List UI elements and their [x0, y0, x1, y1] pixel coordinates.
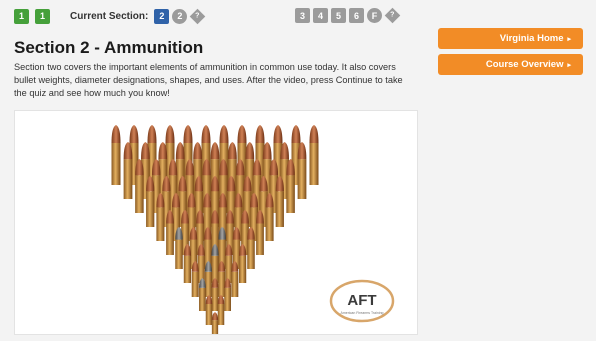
cartridge — [175, 227, 183, 269]
cartridge — [199, 278, 206, 311]
svg-text:AFT: AFT — [347, 292, 376, 309]
locked-step-button[interactable]: 3 — [295, 8, 310, 23]
aft-logo: AFT American Firearms Training — [329, 279, 395, 323]
cartridge — [224, 278, 231, 311]
locked-steps: 3 4 5 6 F ? — [295, 7, 403, 24]
cartridge — [205, 295, 213, 325]
cartridge — [204, 261, 212, 297]
cartridge — [183, 244, 192, 283]
section-description: Section two covers the important element… — [14, 62, 403, 98]
course-overview-label: Course Overview — [485, 59, 564, 70]
ammunition-image: AFT American Firearms Training — [111, 125, 395, 334]
cartridge — [286, 159, 295, 213]
cartridge — [166, 210, 174, 255]
cartridge — [211, 278, 219, 311]
cartridge — [111, 125, 121, 185]
cartridge — [265, 193, 274, 241]
completed-step-button[interactable]: 1 — [35, 8, 50, 24]
final-quiz-button[interactable]: ? — [384, 7, 401, 24]
ammo-pyramid — [111, 125, 319, 334]
quiz-diamond-icon: ? — [195, 12, 200, 20]
current-section-label: Current Section: — [70, 10, 149, 22]
locked-step-button[interactable]: 5 — [331, 8, 346, 23]
cartridge — [191, 261, 199, 297]
locked-step-button[interactable]: 6 — [349, 8, 364, 23]
current-step-circle-button[interactable]: 2 — [172, 8, 188, 24]
virginia-home-label: Virginia Home — [499, 33, 564, 44]
cartridge — [247, 227, 255, 269]
current-step-button[interactable]: 2 — [154, 8, 170, 24]
video-player[interactable]: AFT American Firearms Training — [14, 110, 418, 335]
course-overview-button[interactable]: Course Overview ▸ — [438, 54, 583, 75]
cartridge — [238, 244, 247, 283]
virginia-home-button[interactable]: Virginia Home ▸ — [438, 28, 583, 49]
locked-step-button[interactable]: 4 — [313, 8, 328, 23]
cartridge — [211, 244, 219, 283]
cartridge — [297, 142, 307, 199]
page-title: Section 2 - Ammunition — [14, 38, 204, 57]
current-step-quiz-button[interactable]: ? — [190, 8, 206, 24]
cartridge — [146, 176, 155, 227]
svg-text:American Firearms Training: American Firearms Training — [341, 311, 384, 315]
cartridge — [231, 261, 239, 297]
section-progress: 1 1 Current Section: 2 2 ? — [14, 8, 208, 24]
cartridge — [217, 295, 225, 325]
cartridge — [275, 176, 284, 227]
cartridge — [309, 125, 319, 185]
cartridge — [218, 261, 226, 297]
arrow-right-icon: ▸ — [567, 61, 571, 69]
completed-step-button[interactable]: 1 — [14, 8, 29, 24]
arrow-right-icon: ▸ — [567, 35, 571, 43]
cartridge — [256, 210, 264, 255]
cartridge — [123, 142, 133, 199]
quiz-diamond-icon: ? — [390, 12, 395, 19]
cartridge — [156, 193, 165, 241]
cartridge — [211, 312, 219, 334]
final-step-button[interactable]: F — [367, 8, 382, 23]
cartridge — [135, 159, 144, 213]
